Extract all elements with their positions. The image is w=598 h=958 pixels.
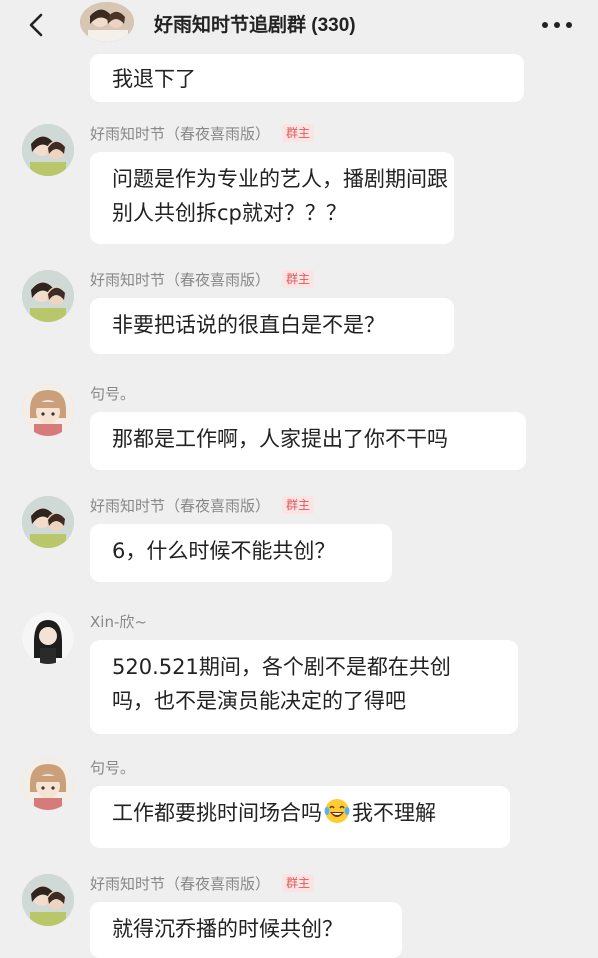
chevron-left-icon[interactable]: [22, 10, 52, 40]
sender-name: 句号。: [90, 758, 136, 777]
more-dots-icon[interactable]: [542, 18, 582, 32]
message-text: 就得沉乔播的时候共创？: [112, 917, 343, 941]
group-title: 好雨知时节追剧群 (330): [154, 15, 356, 36]
message-text: 那都是工作啊，人家提出了你不干吗: [112, 427, 448, 451]
message-line: 别人共创拆cp就对？？？: [112, 201, 347, 225]
message-bubble[interactable]: 工作都要挑时间场合吗 我不理解: [90, 786, 510, 848]
message-meta: 好雨知时节（春夜喜雨版） 群主: [90, 872, 315, 894]
sender-name: 好雨知时节（春夜喜雨版）: [90, 496, 271, 515]
message-line: 问题是作为专业的艺人，播剧期间跟: [112, 167, 448, 191]
message-meta: 好雨知时节（春夜喜雨版） 群主: [90, 122, 315, 144]
avatar[interactable]: [22, 384, 74, 436]
avatar[interactable]: [22, 270, 74, 322]
avatar[interactable]: [22, 874, 74, 926]
laughing-tears-emoji-icon: [324, 798, 350, 824]
avatar[interactable]: [22, 124, 74, 176]
sender-name: 好雨知时节（春夜喜雨版）: [90, 124, 271, 143]
message-text-after: 我不理解: [352, 801, 436, 825]
message-meta: 好雨知时节（春夜喜雨版） 群主: [90, 494, 315, 516]
message-bubble[interactable]: 问题是作为专业的艺人，播剧期间跟 别人共创拆cp就对？？？: [90, 152, 454, 244]
message-bubble[interactable]: 非要把话说的很直白是不是？: [90, 298, 454, 354]
message-bubble[interactable]: 我退下了: [90, 54, 524, 102]
sender-name: 句号。: [90, 384, 136, 403]
sender-name: 好雨知时节（春夜喜雨版）: [90, 874, 271, 893]
avatar[interactable]: [22, 612, 74, 664]
message-text: 6，什么时候不能共创？: [112, 539, 336, 563]
message-meta: Xin-欣~: [90, 610, 147, 632]
owner-badge: 群主: [282, 874, 315, 892]
message-meta: 句号。: [90, 756, 135, 778]
owner-badge: 群主: [282, 270, 315, 288]
owner-badge: 群主: [282, 496, 315, 514]
message-bubble[interactable]: 6，什么时候不能共创？: [90, 524, 392, 582]
message-text: 非要把话说的很直白是不是？: [112, 313, 385, 337]
owner-badge: 群主: [282, 124, 315, 142]
message-bubble[interactable]: 520.521期间，各个剧不是都在共创 吗，也不是演员能决定的了得吧: [90, 640, 518, 734]
message-bubble[interactable]: 就得沉乔播的时候共创？: [90, 902, 402, 958]
message-meta: 好雨知时节（春夜喜雨版） 群主: [90, 268, 315, 290]
message-text: 我退下了: [112, 67, 196, 91]
sender-name: 好雨知时节（春夜喜雨版）: [90, 270, 271, 289]
avatar[interactable]: [22, 496, 74, 548]
message-line: 520.521期间，各个剧不是都在共创: [112, 655, 451, 679]
chat-header: 好雨知时节追剧群 (330): [0, 0, 598, 48]
message-text-before: 工作都要挑时间场合吗: [112, 801, 322, 825]
message-meta: 句号。: [90, 382, 135, 404]
avatar[interactable]: [22, 758, 74, 810]
message-bubble[interactable]: 那都是工作啊，人家提出了你不干吗: [90, 412, 526, 470]
sender-name: Xin-欣~: [90, 612, 147, 631]
group-avatar[interactable]: [80, 2, 134, 42]
message-line: 吗，也不是演员能决定的了得吧: [112, 689, 406, 713]
